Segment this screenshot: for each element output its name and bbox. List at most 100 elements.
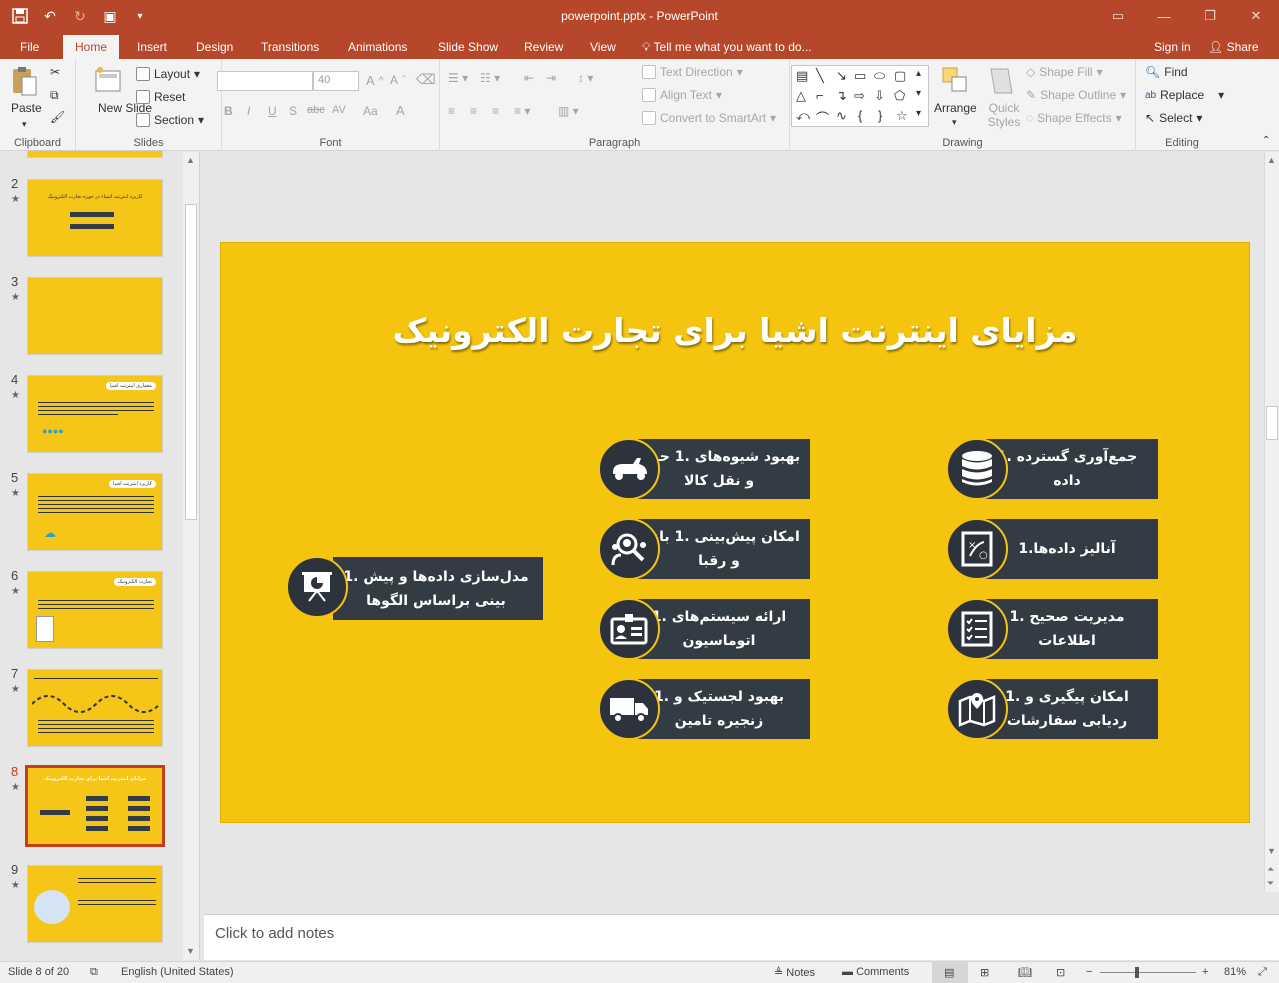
fit-slide-icon[interactable]: ⤢ <box>1258 966 1267 979</box>
justify-icon[interactable]: ≡ ▾ <box>514 104 530 118</box>
align-text-button[interactable]: Align Text ▾ <box>642 88 722 102</box>
comments-button[interactable]: ▬ Comments <box>842 966 909 978</box>
convert-smartart-button[interactable]: Convert to SmartArt ▾ <box>642 111 776 125</box>
slide-thumbnail-7[interactable] <box>27 669 163 747</box>
line-spacing-icon[interactable]: ↕ ▾ <box>578 71 593 85</box>
section-button[interactable]: Section ▾ <box>136 113 204 127</box>
font-name-box[interactable] <box>217 71 313 91</box>
scroll-down-icon[interactable]: ▼ <box>1267 846 1276 856</box>
thumbnail-scroll-thumb[interactable] <box>185 204 197 520</box>
bullets-icon[interactable]: ☰ ▾ <box>448 71 468 85</box>
share-button[interactable]: 👤︎ Share <box>1202 35 1265 59</box>
align-left-icon[interactable]: ≡ <box>448 104 455 118</box>
copy-icon[interactable]: ⧉ <box>50 88 59 103</box>
notes-pane[interactable]: Click to add notes <box>204 914 1279 960</box>
decrease-indent-icon[interactable]: ⇤ <box>524 71 534 85</box>
increase-font-icon[interactable]: A ^ <box>366 73 384 88</box>
slide-thumbnail-6[interactable]: تجارت الکترونیک <box>27 571 163 649</box>
shapes-gallery[interactable]: ▤ ╲ ↘ ▭ ⬭ ▢ △ ⌐ ↴ ⇨ ⇩ ⬠ ⤺ ⌒ ∿ { } ☆ ▴ ▾ … <box>791 65 929 127</box>
replace-button[interactable]: ab Replace ▾ <box>1145 88 1224 102</box>
select-button[interactable]: ↖ Select ▾ <box>1145 111 1202 125</box>
layout-button[interactable]: Layout ▾ <box>136 67 200 81</box>
align-center-icon[interactable]: ≡ <box>470 104 477 118</box>
arrange-icon[interactable] <box>940 65 970 97</box>
editor-scroll-thumb[interactable] <box>1266 406 1278 440</box>
numbering-icon[interactable]: ☷ ▾ <box>480 71 500 85</box>
language-indicator[interactable]: English (United States) <box>121 966 234 978</box>
shape-outline-button[interactable]: ✎ Shape Outline ▾ <box>1026 88 1126 102</box>
quick-styles-icon[interactable] <box>986 65 1016 97</box>
change-case-button[interactable]: Aa <box>363 104 378 118</box>
format-painter-icon[interactable]: 🖌︎ <box>50 110 65 124</box>
next-slide-icon[interactable]: ⏷ <box>1267 878 1274 889</box>
bold-button[interactable]: B <box>224 104 233 118</box>
decrease-font-icon[interactable]: Aˇ <box>390 73 405 87</box>
increase-indent-icon[interactable]: ⇥ <box>546 71 556 85</box>
tell-me-box[interactable]: 💡︎ Tell me what you want to do... <box>642 35 812 59</box>
tab-transitions[interactable]: Transitions <box>249 35 331 59</box>
italic-button[interactable]: I <box>247 104 250 118</box>
editor-scrollbar[interactable]: ▲ ▼ ⏶ ⏷ <box>1264 152 1279 892</box>
paste-icon[interactable] <box>10 65 40 97</box>
underline-button[interactable]: U <box>268 104 277 118</box>
clear-formatting-icon[interactable]: ⌫ <box>416 71 436 88</box>
scroll-up-icon[interactable]: ▲ <box>186 155 195 165</box>
zoom-slider-thumb[interactable] <box>1135 967 1139 978</box>
collapse-ribbon-icon[interactable]: ⌃ <box>1262 135 1270 146</box>
notes-button[interactable]: ≜ Notes <box>774 966 815 979</box>
zoom-out-icon[interactable]: − <box>1086 966 1092 978</box>
slide-thumbnail-5[interactable]: کاربرد اینترنت اشیا ☁ <box>27 473 163 551</box>
slide-title[interactable]: مزایای اینترنت اشیا برای تجارت الکترونیک <box>221 311 1249 350</box>
zoom-slider[interactable] <box>1100 972 1196 973</box>
arrange-button[interactable]: Arrange <box>934 101 977 115</box>
zoom-level[interactable]: 81% <box>1224 966 1246 978</box>
tab-view[interactable]: View <box>578 35 628 59</box>
reading-view-icon[interactable]: 📖︎ <box>1018 966 1032 979</box>
shape-effects-button[interactable]: ◌ Shape Effects ▾ <box>1026 111 1122 125</box>
slide-canvas[interactable]: مزایای اینترنت اشیا برای تجارت الکترونیک… <box>221 243 1249 822</box>
reset-button[interactable]: Reset <box>136 90 185 104</box>
slide-thumbnail-4[interactable]: معماری اینترنت اشیا ●●●● <box>27 375 163 453</box>
character-spacing-button[interactable]: AV <box>332 104 346 116</box>
tab-review[interactable]: Review <box>512 35 575 59</box>
slide-sorter-icon[interactable]: ⊞ <box>980 966 989 979</box>
tab-slide-show[interactable]: Slide Show <box>426 35 510 59</box>
new-slide-icon[interactable] <box>94 65 124 97</box>
paste-dropdown-icon[interactable]: ▾ <box>22 119 27 130</box>
slide-thumbnail-2[interactable]: کاربرد اینترنت اشیاء در حوزه تجارت الکتر… <box>27 179 163 257</box>
thumbnail-scrollbar[interactable]: ▲ ▼ <box>183 152 199 960</box>
quick-styles-button[interactable]: Quick Styles <box>986 101 1022 129</box>
slide-thumbnail-3[interactable] <box>27 277 163 355</box>
tab-insert[interactable]: Insert <box>125 35 179 59</box>
scroll-down-icon[interactable]: ▼ <box>186 946 195 956</box>
font-size-box[interactable]: 40 <box>313 71 359 91</box>
tab-animations[interactable]: Animations <box>336 35 419 59</box>
font-color-icon[interactable]: A <box>396 103 405 118</box>
paste-button[interactable]: Paste <box>11 101 42 115</box>
tab-design[interactable]: Design <box>184 35 245 59</box>
slide-thumbnail-1[interactable] <box>27 150 163 158</box>
spell-check-icon[interactable]: ⧉ <box>90 966 98 979</box>
ribbon-display-icon[interactable]: ▭ <box>1095 0 1141 32</box>
columns-icon[interactable]: ▥ ▾ <box>558 104 579 118</box>
close-icon[interactable]: ✕ <box>1233 0 1279 32</box>
slide-thumbnail-8-selected[interactable]: مزایای اینترنت اشیا برای تجارت الکترونیک <box>25 765 165 847</box>
shape-fill-button[interactable]: ◇ Shape Fill ▾ <box>1026 65 1103 79</box>
strikethrough-button[interactable]: abc <box>307 104 325 116</box>
find-button[interactable]: 🔍︎ Find <box>1145 65 1188 79</box>
scroll-up-icon[interactable]: ▲ <box>1267 155 1276 165</box>
restore-icon[interactable]: ❐ <box>1187 0 1233 32</box>
minimize-icon[interactable]: — <box>1141 0 1187 32</box>
previous-slide-icon[interactable]: ⏶ <box>1267 864 1274 875</box>
benefit-card-modeling[interactable]: مدل‌سازی داده‌ها و پیش .1 بینی براساس ال… <box>333 557 543 620</box>
sign-in-link[interactable]: Sign in <box>1154 35 1191 59</box>
tab-file[interactable]: File <box>8 35 51 59</box>
tab-home[interactable]: Home <box>63 35 120 59</box>
slide-thumbnail-9[interactable] <box>27 865 163 943</box>
zoom-in-icon[interactable]: + <box>1202 966 1208 978</box>
align-right-icon[interactable]: ≡ <box>492 104 499 118</box>
cut-icon[interactable]: ✂ <box>50 65 60 79</box>
shadow-button[interactable]: S <box>289 104 297 118</box>
text-direction-button[interactable]: Text Direction ▾ <box>642 65 743 79</box>
arrange-dropdown-icon[interactable]: ▾ <box>952 117 957 128</box>
